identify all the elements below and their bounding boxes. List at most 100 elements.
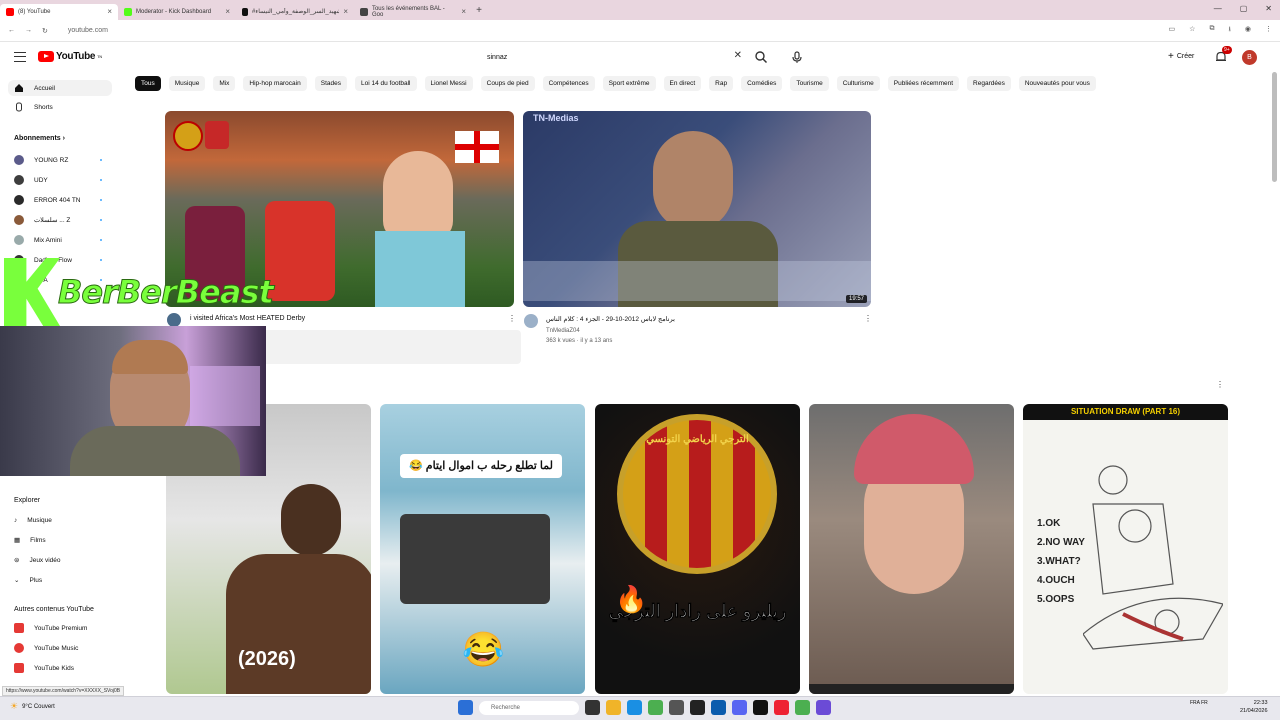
- address-bar: ← → ↻ youtube.com ▭ ☆ ⧉ ⭳ ◉ ⋮: [0, 20, 1280, 42]
- task-view-icon[interactable]: [585, 700, 600, 715]
- maximize-icon[interactable]: ▢: [1240, 4, 1248, 13]
- back-icon[interactable]: ←: [8, 27, 15, 34]
- sidebar-item-music-app[interactable]: YouTube Music: [8, 640, 112, 656]
- weather-widget[interactable]: ☀ 9°C Couvert: [10, 701, 55, 712]
- filter-chip[interactable]: Tous: [135, 76, 161, 91]
- channel-name[interactable]: TnMediaZ04: [546, 326, 580, 336]
- extensions-icon[interactable]: ⧉: [1209, 25, 1214, 36]
- short-thumbnail[interactable]: SITUATION DRAW (PART 16) 1.OK 2.NO WAY 3…: [1023, 404, 1228, 694]
- microphone-icon[interactable]: [790, 50, 804, 64]
- sidebar-item-premium[interactable]: YouTube Premium: [8, 620, 112, 636]
- filter-chip[interactable]: Stades: [314, 76, 347, 91]
- close-tab-icon[interactable]: ×: [225, 7, 230, 16]
- tiktok-icon[interactable]: [753, 700, 768, 715]
- browser-tab-google[interactable]: Tous les événements BAL - Goo ×: [354, 4, 472, 20]
- downloads-icon[interactable]: ⭳: [1228, 25, 1230, 36]
- bookmark-star-icon[interactable]: ☆: [1189, 25, 1195, 36]
- chrome-icon[interactable]: [795, 700, 810, 715]
- page-scrollbar[interactable]: [1272, 72, 1277, 182]
- discord-icon[interactable]: [732, 700, 747, 715]
- filter-chip[interactable]: Sport extrême: [602, 76, 656, 91]
- browser-menu-icon[interactable]: ⋮: [1265, 25, 1272, 36]
- video-thumbnail[interactable]: TN-Medias 19:57: [523, 111, 871, 307]
- close-tab-icon[interactable]: ×: [107, 7, 112, 16]
- sidebar-item-home[interactable]: Accueil: [8, 80, 112, 96]
- filter-chip[interactable]: Culturisme: [836, 76, 880, 91]
- language-indicator[interactable]: FRA FR: [1190, 700, 1208, 707]
- subscription-item[interactable]: ERROR 404 TN: [8, 192, 112, 208]
- cast-icon[interactable]: ▭: [1169, 25, 1176, 36]
- app-icon[interactable]: [774, 700, 789, 715]
- more-options-icon[interactable]: ⋮: [864, 314, 872, 323]
- clear-search-icon[interactable]: ✕: [734, 50, 742, 61]
- filter-chip[interactable]: Publiées récemment: [887, 76, 960, 91]
- sidebar-item-films[interactable]: ▦ Films: [8, 532, 112, 548]
- more-options-icon[interactable]: ⋮: [508, 314, 516, 323]
- filter-chip[interactable]: Loi 14 du football: [354, 76, 417, 91]
- filter-chip[interactable]: Compétences: [542, 76, 595, 91]
- england-flag-icon: [455, 131, 499, 163]
- close-tab-icon[interactable]: ×: [461, 7, 466, 16]
- subscription-item[interactable]: Mix Amini: [8, 232, 112, 248]
- browser-tab-kick[interactable]: Moderator - Kick Dashboard ×: [118, 4, 236, 20]
- create-button[interactable]: + Créer: [1168, 51, 1194, 62]
- sidebar-item-shorts[interactable]: Shorts: [8, 99, 112, 115]
- filter-chip[interactable]: Tourisme: [790, 76, 829, 91]
- subscription-item[interactable]: سلسلات ... Z: [8, 212, 112, 228]
- youtube-favicon-icon: [6, 7, 14, 16]
- obs-icon[interactable]: [690, 700, 705, 715]
- clock[interactable]: 22:33 21/04/2026: [1240, 699, 1268, 715]
- filter-chip[interactable]: En direct: [663, 76, 702, 91]
- sidebar-item-music[interactable]: ♪ Musique: [8, 512, 112, 528]
- filter-chip[interactable]: Regardées: [967, 76, 1011, 91]
- hamburger-menu-icon[interactable]: [14, 52, 26, 62]
- person-face: [653, 131, 733, 231]
- chrome-icon[interactable]: [648, 700, 663, 715]
- subscription-label: UDY: [34, 176, 48, 184]
- filter-chip[interactable]: Musique: [168, 76, 206, 91]
- browser-tab-tiktok[interactable]: #الشهيد_السر_الوصفة_وأمي_النيساء - TikTo…: [236, 4, 354, 20]
- minimize-icon[interactable]: —: [1214, 4, 1222, 13]
- file-explorer-icon[interactable]: [606, 700, 621, 715]
- filter-chip[interactable]: Coups de pied: [480, 76, 535, 91]
- close-window-icon[interactable]: ✕: [1265, 4, 1272, 13]
- mail-icon[interactable]: [711, 700, 726, 715]
- taskbar-search[interactable]: Recherche: [479, 700, 579, 715]
- search-input[interactable]: sinnaz ✕: [482, 49, 750, 65]
- windows-start-icon[interactable]: [458, 700, 473, 715]
- profile-icon[interactable]: ◉: [1245, 25, 1251, 36]
- shorts-more-options-icon[interactable]: ⋮: [1216, 380, 1224, 389]
- subscription-item[interactable]: UDY: [8, 172, 112, 188]
- sidebar-item-gaming[interactable]: ⊜ Jeux vidéo: [8, 552, 112, 568]
- filter-chip[interactable]: Comédies: [741, 76, 783, 91]
- presenter-shirt: [375, 231, 465, 307]
- search-icon[interactable]: [754, 50, 768, 64]
- youtube-logo[interactable]: YouTube TN: [38, 51, 102, 62]
- club-crest-icon: [205, 121, 229, 149]
- edge-icon[interactable]: [627, 700, 642, 715]
- subscriptions-heading[interactable]: Abonnements ›: [14, 135, 65, 142]
- close-tab-icon[interactable]: ×: [343, 7, 348, 16]
- app-icon[interactable]: [816, 700, 831, 715]
- filter-chip[interactable]: Lionel Messi: [424, 76, 473, 91]
- tab-label: #الشهيد_السر_الوصفة_وأمي_النيساء - TikTo…: [252, 9, 340, 15]
- short-thumbnail[interactable]: [809, 404, 1014, 694]
- forward-icon[interactable]: →: [25, 27, 32, 34]
- filter-chip[interactable]: Nouveautés pour vous: [1018, 76, 1096, 91]
- subscription-item[interactable]: YOUNG RZ: [8, 152, 112, 168]
- app-icon[interactable]: [669, 700, 684, 715]
- sidebar-item-more[interactable]: ⌄ Plus: [8, 572, 112, 588]
- account-avatar[interactable]: B: [1242, 50, 1257, 65]
- channel-avatar[interactable]: [524, 314, 538, 328]
- reload-icon[interactable]: ↻: [42, 27, 48, 35]
- short-thumbnail[interactable]: لما تطلع رحله ب اموال ايتام 😂 😂: [380, 404, 585, 694]
- video-title[interactable]: برنامج لاباس 2012-10-29 - الجزء 4 : كلام…: [546, 315, 675, 323]
- filter-chip[interactable]: Rap: [709, 76, 734, 91]
- filter-chip[interactable]: Mix: [213, 76, 236, 91]
- url-field[interactable]: youtube.com: [68, 27, 108, 34]
- filter-chip[interactable]: Hip-hop marocain: [243, 76, 307, 91]
- browser-tab-youtube[interactable]: (8) YouTube ×: [0, 3, 118, 20]
- sidebar-item-kids[interactable]: YouTube Kids: [8, 660, 112, 676]
- short-thumbnail[interactable]: الترجي الرياضي التونسي ريليرو على رادار …: [595, 404, 800, 694]
- new-tab-button[interactable]: +: [472, 5, 486, 16]
